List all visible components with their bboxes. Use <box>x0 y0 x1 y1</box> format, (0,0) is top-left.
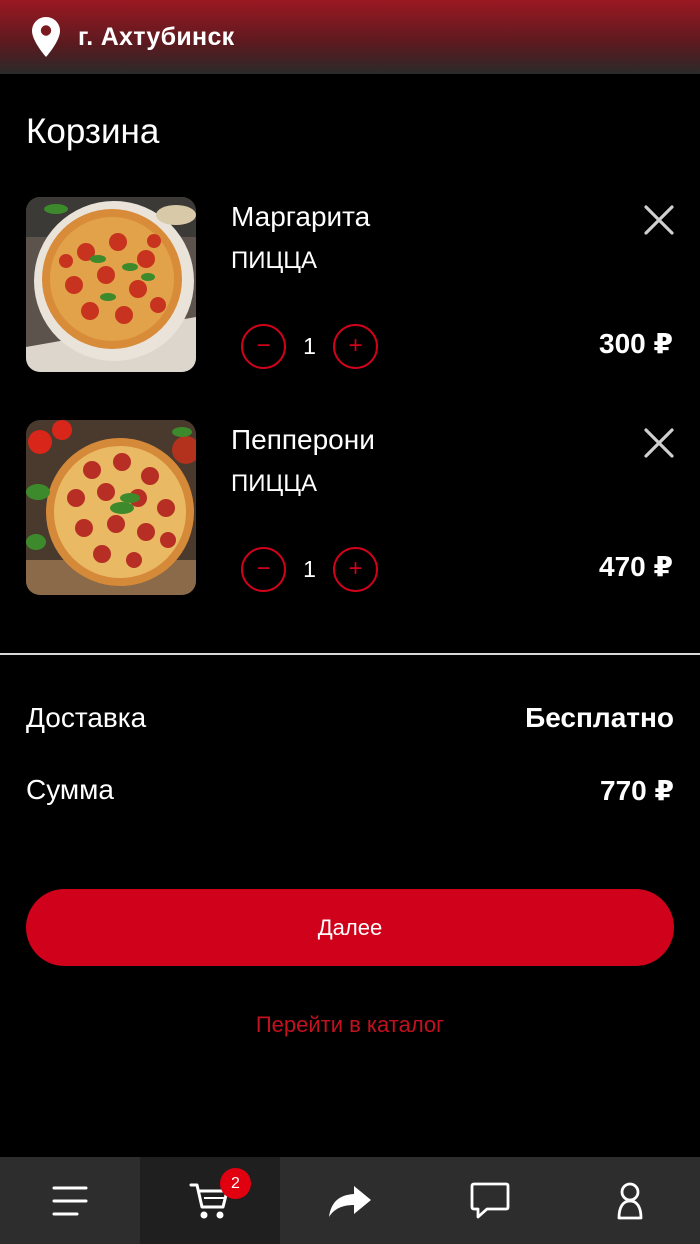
increase-quantity-button[interactable]: + <box>333 323 378 369</box>
delivery-value: Бесплатно <box>525 702 674 733</box>
product-image-pepperoni[interactable] <box>26 420 196 595</box>
profile-icon <box>617 1182 643 1219</box>
sum-value: 770 ₽ <box>600 775 674 806</box>
product-category: ПИЦЦА <box>231 470 318 497</box>
item-price: 470 ₽ <box>599 551 673 582</box>
delivery-row: Доставка Бесплатно <box>26 702 674 734</box>
decrease-quantity-button[interactable]: − <box>241 546 286 592</box>
close-icon[interactable] <box>642 426 676 460</box>
location-pin-icon[interactable] <box>32 17 60 57</box>
page-title: Корзина <box>26 112 160 151</box>
quantity-value: 1 <box>303 332 316 359</box>
product-image-margherita[interactable] <box>26 197 196 372</box>
menu-icon <box>52 1186 88 1215</box>
quantity-value: 1 <box>303 555 316 582</box>
product-category: ПИЦЦА <box>231 247 318 274</box>
item-price: 300 ₽ <box>599 328 673 359</box>
product-name: Пепперони <box>231 424 375 455</box>
product-name: Маргарита <box>231 201 371 232</box>
cart-item: Пепперони ПИЦЦА − 1 + 470 ₽ <box>0 420 700 598</box>
tab-share[interactable] <box>280 1157 420 1244</box>
sum-label: Сумма <box>26 774 114 805</box>
share-icon <box>329 1185 371 1217</box>
increase-quantity-button[interactable]: + <box>333 546 378 592</box>
next-button[interactable]: Далее <box>26 889 674 966</box>
tab-cart[interactable]: 2 <box>140 1157 280 1244</box>
sum-row: Сумма 770 ₽ <box>26 774 674 807</box>
bottom-tab-bar: 2 <box>0 1157 700 1244</box>
cart-count-badge: 2 <box>220 1168 251 1199</box>
close-icon[interactable] <box>642 203 676 237</box>
go-to-catalog-link[interactable]: Перейти в каталог <box>0 1012 700 1038</box>
quantity-stepper: − 1 + <box>241 323 378 369</box>
tab-profile[interactable] <box>560 1157 700 1244</box>
decrease-quantity-button[interactable]: − <box>241 323 286 369</box>
quantity-stepper: − 1 + <box>241 546 378 592</box>
chat-icon <box>470 1182 510 1218</box>
tab-menu[interactable] <box>0 1157 140 1244</box>
app-header: г. Ахтубинск <box>0 0 700 74</box>
city-selector[interactable]: г. Ахтубинск <box>78 23 234 52</box>
section-divider <box>0 653 700 655</box>
tab-chat[interactable] <box>420 1157 560 1244</box>
delivery-label: Доставка <box>26 702 147 733</box>
cart-item: Маргарита ПИЦЦА − 1 + 300 ₽ <box>0 197 700 375</box>
